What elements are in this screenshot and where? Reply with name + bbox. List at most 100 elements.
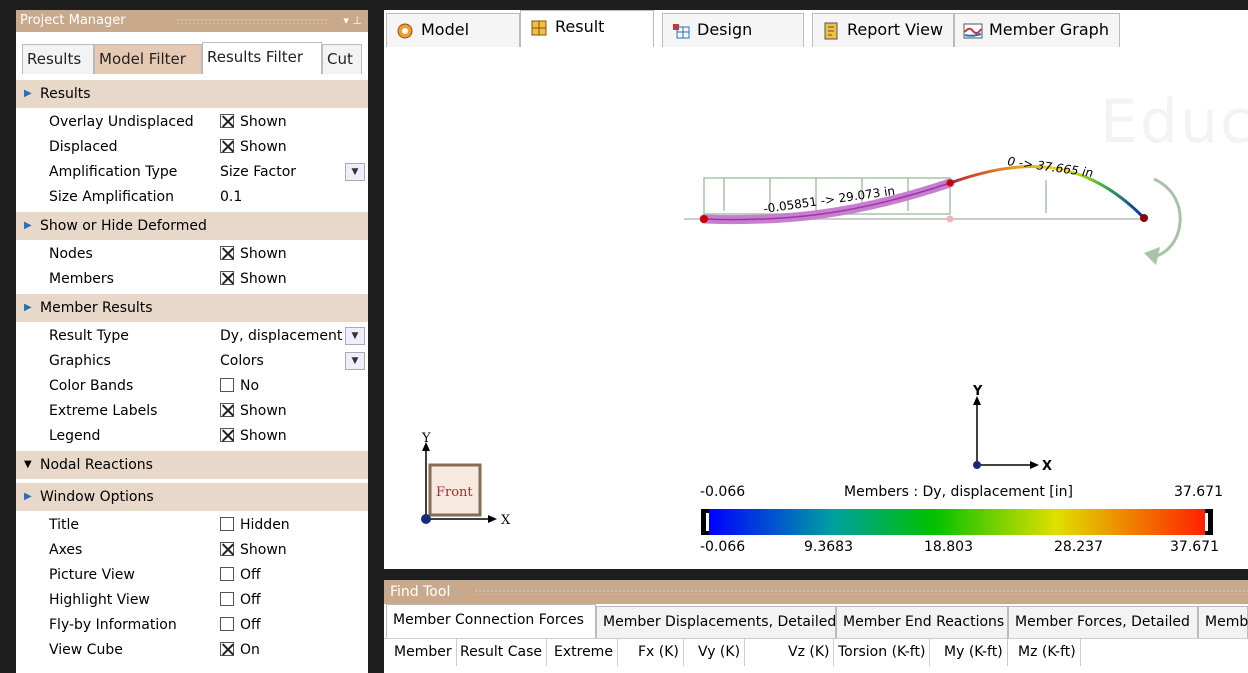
expand-arrow-icon[interactable]: ▶	[24, 483, 32, 511]
extreme-label-right: 0 -> 37.665 in	[1007, 154, 1094, 180]
collapse-arrow-icon[interactable]: ▼	[24, 451, 32, 479]
dropdown-value[interactable]: Size Factor	[220, 160, 296, 185]
deformed-member-right[interactable]	[949, 165, 1146, 220]
node-right[interactable]	[1140, 214, 1148, 222]
tab-results[interactable]: Results	[22, 44, 94, 74]
tab-member-end-reactions[interactable]: Member End Reactions	[836, 606, 1008, 638]
project-manager-title: Project Manager	[20, 13, 126, 28]
tab-member-graph[interactable]: Member Graph	[954, 13, 1120, 47]
global-y-label: Y	[972, 384, 983, 399]
tab-cut[interactable]: Cut	[322, 44, 362, 74]
expand-arrow-icon[interactable]: ▶	[24, 80, 32, 108]
row-value[interactable]: Shown	[220, 267, 287, 292]
dropdown-arrow-icon[interactable]: ▼	[345, 327, 365, 345]
tab-member-more[interactable]: Memb	[1198, 606, 1248, 638]
column-header[interactable]: Vy (K)	[694, 639, 746, 666]
row-value[interactable]: Shown	[220, 538, 287, 563]
tab-member-displacements-detailed[interactable]: Member Displacements, Detailed	[596, 606, 836, 638]
column-header[interactable]: Mz (K-ft)	[1014, 639, 1081, 666]
checkbox[interactable]	[220, 592, 234, 606]
results-table: Member Result Case Extreme Fx (K) Vy (K)…	[384, 638, 1248, 673]
legend-tick: 18.803	[924, 539, 973, 555]
checkbox-label: Shown	[240, 139, 287, 155]
tab-model-view[interactable]: Model View	[386, 13, 520, 71]
design-view-icon	[673, 24, 690, 39]
checkbox[interactable]	[220, 517, 234, 531]
report-view-icon	[824, 22, 838, 40]
row-label: Result Type	[49, 328, 129, 344]
column-header[interactable]: Torsion (K-ft)	[834, 639, 931, 666]
column-header[interactable]: Vz (K)	[784, 639, 835, 666]
tab-member-connection-forces[interactable]: Member Connection Forces	[386, 604, 596, 638]
category-member-results[interactable]: ▶ Member Results	[16, 294, 368, 322]
checkbox[interactable]	[220, 271, 234, 285]
row-value[interactable]: Off	[220, 588, 261, 613]
dropdown-value[interactable]: Dy, displacement	[220, 324, 342, 349]
row-value[interactable]: Off	[220, 613, 261, 638]
row-value[interactable]: Off	[220, 563, 261, 588]
row-value[interactable]: Hidden	[220, 513, 290, 538]
dropdown-arrow-icon[interactable]: ▼	[345, 352, 365, 370]
checkbox-label: Shown	[240, 403, 287, 419]
checkbox[interactable]	[220, 567, 234, 581]
expand-arrow-icon[interactable]: ▶	[24, 294, 32, 322]
tab-label: Report View	[847, 20, 944, 39]
dropdown-value[interactable]: Colors	[220, 349, 264, 374]
checkbox[interactable]	[220, 403, 234, 417]
row-flyby-information: Fly-by Information Off	[16, 613, 368, 638]
tab-model-filter[interactable]: Model Filter	[94, 44, 202, 74]
checkbox[interactable]	[220, 246, 234, 260]
category-nodal-reactions[interactable]: ▼ Nodal Reactions	[16, 451, 368, 479]
row-value[interactable]: Shown	[220, 242, 287, 267]
row-label: Color Bands	[49, 378, 134, 394]
row-value[interactable]: No	[220, 374, 259, 399]
checkbox[interactable]	[220, 378, 234, 392]
checkbox[interactable]	[220, 617, 234, 631]
row-value[interactable]: Shown	[220, 424, 287, 449]
row-value[interactable]: On	[220, 638, 260, 663]
titlebar-grip[interactable]	[474, 589, 1248, 595]
checkbox[interactable]	[220, 114, 234, 128]
row-value[interactable]: Shown	[220, 399, 287, 424]
row-color-bands: Color Bands No	[16, 374, 368, 399]
category-label: Window Options	[40, 489, 154, 505]
result-view-icon	[531, 20, 547, 36]
panel-controls-icon[interactable]: ▾ ⊥	[343, 10, 362, 32]
titlebar-grip[interactable]	[176, 18, 328, 24]
model-drawing[interactable]: -0.05851 -> 29.073 in 0 -> 37.665 in Fro…	[384, 47, 1248, 569]
column-header[interactable]: My (K-ft)	[940, 639, 1008, 666]
input-value[interactable]: 0.1	[220, 185, 242, 210]
row-amplification-type: Amplification Type Size Factor ▼	[16, 160, 368, 185]
find-tool-titlebar: Find Tool	[384, 580, 1248, 604]
tab-design-view[interactable]: Design View	[662, 13, 804, 71]
tab-member-forces-detailed[interactable]: Member Forces, Detailed	[1008, 606, 1198, 638]
dropdown-arrow-icon[interactable]: ▼	[345, 163, 365, 181]
column-header[interactable]: Extreme	[550, 639, 618, 666]
row-value[interactable]: Shown	[220, 110, 287, 135]
tab-results-filter[interactable]: Results Filter	[202, 42, 322, 74]
category-label: Member Results	[40, 300, 153, 316]
checkbox[interactable]	[220, 642, 234, 656]
row-value[interactable]: Shown	[220, 135, 287, 160]
row-label: Extreme Labels	[49, 403, 158, 419]
node-middle[interactable]	[946, 179, 954, 187]
tab-result-view[interactable]: Result View	[520, 10, 654, 68]
category-label: Results	[40, 86, 91, 102]
expand-arrow-icon[interactable]: ▶	[24, 212, 32, 240]
checkbox[interactable]	[220, 139, 234, 153]
result-view-canvas[interactable]: Educ -0.05851 -> 29.073 in 0 -> 37.665 i…	[384, 47, 1248, 569]
tab-report-view[interactable]: Report View	[812, 13, 954, 47]
column-header[interactable]: Result Case	[456, 639, 547, 666]
row-label: Legend	[49, 428, 101, 444]
category-window-options[interactable]: ▶ Window Options	[16, 483, 368, 511]
checkbox[interactable]	[220, 542, 234, 556]
category-results[interactable]: ▶ Results	[16, 80, 368, 108]
category-show-hide-deformed[interactable]: ▶ Show or Hide Deformed	[16, 212, 368, 240]
column-header[interactable]: Fx (K)	[634, 639, 684, 666]
node-left[interactable]	[700, 215, 708, 223]
x-axis-arrow-icon	[1030, 461, 1039, 469]
tab-label: Member Graph	[989, 20, 1109, 39]
checkbox[interactable]	[220, 428, 234, 442]
row-label: Picture View	[49, 567, 135, 583]
column-header[interactable]: Member	[390, 639, 457, 666]
